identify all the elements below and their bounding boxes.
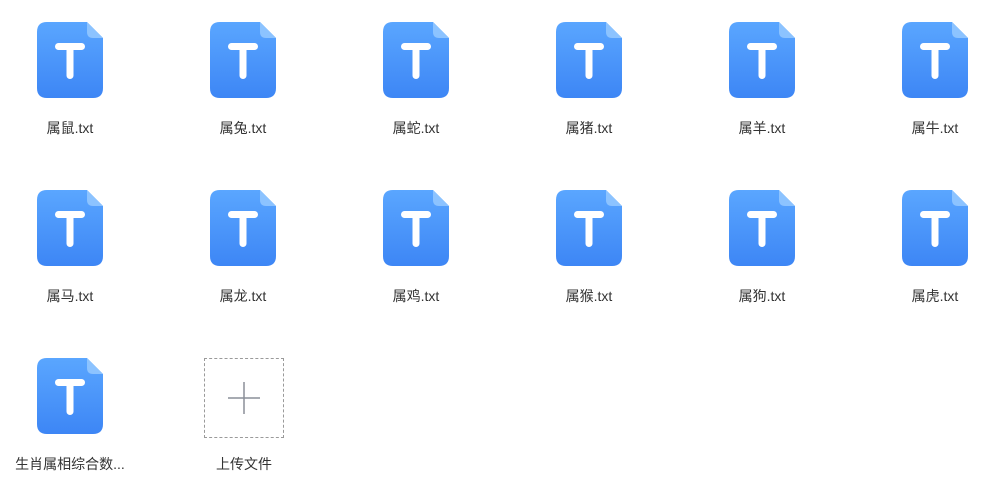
- file-item[interactable]: 属猪.txt: [519, 0, 669, 150]
- txt-file-icon: [210, 190, 276, 266]
- txt-file-icon: [902, 22, 968, 98]
- upload-file-label: 上传文件: [216, 456, 272, 472]
- file-name: 属龙.txt: [219, 288, 267, 304]
- file-name: 属羊.txt: [738, 120, 786, 136]
- file-name: 属猪.txt: [565, 120, 613, 136]
- file-item[interactable]: 属鼠.txt: [0, 0, 150, 150]
- file-item[interactable]: 生肖属相综合数...: [0, 336, 150, 486]
- txt-file-icon: [729, 190, 795, 266]
- file-item[interactable]: 属狗.txt: [692, 168, 842, 318]
- file-grid: 属鼠.txt 属兔.txt 属蛇.txt 属猪.txt 属羊.txt 属牛.tx…: [0, 0, 999, 498]
- file-name: 属鸡.txt: [392, 288, 440, 304]
- txt-file-icon: [902, 190, 968, 266]
- txt-file-icon: [556, 190, 622, 266]
- txt-file-icon: [729, 22, 795, 98]
- file-name: 生肖属相综合数...: [15, 456, 125, 472]
- txt-file-icon: [37, 22, 103, 98]
- file-item[interactable]: 属马.txt: [0, 168, 150, 318]
- file-item[interactable]: 属猴.txt: [519, 168, 669, 318]
- txt-file-icon: [383, 22, 449, 98]
- file-name: 属猴.txt: [565, 288, 613, 304]
- file-name: 属鼠.txt: [46, 120, 94, 136]
- file-item[interactable]: 属龙.txt: [173, 168, 323, 318]
- file-item[interactable]: 属兔.txt: [173, 0, 323, 150]
- file-item[interactable]: 属蛇.txt: [346, 0, 496, 150]
- txt-file-icon: [556, 22, 622, 98]
- file-name: 属蛇.txt: [392, 120, 440, 136]
- upload-file-button[interactable]: [204, 358, 284, 438]
- file-name: 属兔.txt: [219, 120, 267, 136]
- file-item[interactable]: 属鸡.txt: [346, 168, 496, 318]
- txt-file-icon: [383, 190, 449, 266]
- file-item[interactable]: 属虎.txt: [865, 168, 999, 318]
- file-item[interactable]: 属牛.txt: [865, 0, 999, 150]
- txt-file-icon: [210, 22, 276, 98]
- plus-icon: [228, 382, 260, 414]
- file-name: 属马.txt: [46, 288, 94, 304]
- file-name: 属狗.txt: [738, 288, 786, 304]
- file-name: 属牛.txt: [911, 120, 959, 136]
- txt-file-icon: [37, 358, 103, 434]
- file-name: 属虎.txt: [911, 288, 959, 304]
- txt-file-icon: [37, 190, 103, 266]
- file-item[interactable]: 属羊.txt: [692, 0, 842, 150]
